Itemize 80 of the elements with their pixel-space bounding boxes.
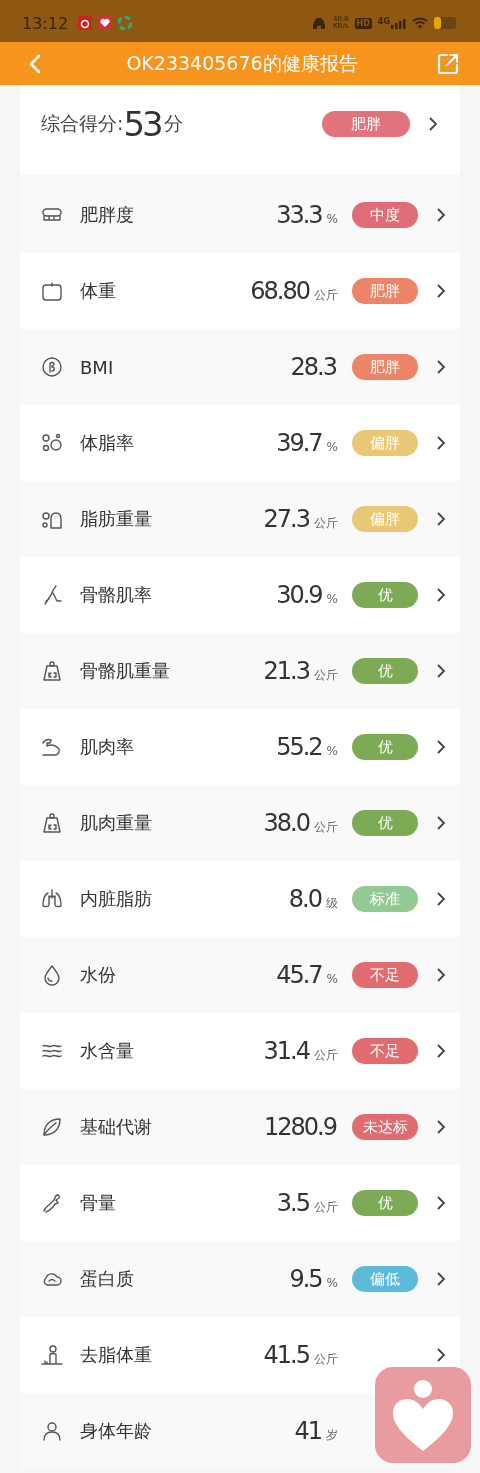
metric-value: 33.3 [276, 201, 323, 229]
metric-row[interactable]: 骨骼肌率 30.9 % 优 [20, 557, 460, 633]
metric-unit: % [326, 592, 338, 606]
metric-unit: % [326, 1276, 338, 1290]
metric-unit: % [326, 972, 338, 986]
metric-row[interactable]: 去脂体重 41.5 公斤 [20, 1317, 460, 1393]
metric-value: 45.7 [276, 961, 323, 989]
score-unit: 分 [163, 111, 183, 136]
metric-label: 蛋白质 [80, 1267, 135, 1291]
metric-unit: 公斤 [314, 1047, 338, 1064]
metric-row[interactable]: 体脂率 39.7 % 偏胖 [20, 405, 460, 481]
metric-unit: 公斤 [314, 287, 338, 304]
hd-label: HD [354, 17, 372, 29]
status-badge: 未达标 [352, 1114, 418, 1140]
status-badge: 肥胖 [352, 354, 418, 380]
metric-unit: % [326, 440, 338, 454]
metric-value: 41 [294, 1417, 322, 1445]
metric-unit: 公斤 [314, 515, 338, 532]
status-badge: 优 [352, 658, 418, 684]
metric-label: 肥胖度 [80, 203, 135, 227]
metric-label: 基础代谢 [80, 1115, 153, 1139]
metric-label: BMI [80, 356, 115, 378]
status-badge: 偏胖 [352, 430, 418, 456]
status-badge: 偏低 [352, 1266, 418, 1292]
metric-row[interactable]: 内脏脂肪 8.0 级 标准 [20, 861, 460, 937]
status-badge: 肥胖 [322, 111, 410, 137]
status-badge: 肥胖 [352, 278, 418, 304]
page-title: OK233405676的健康报告 [125, 50, 359, 76]
metric-unit: % [326, 744, 338, 758]
metric-label: 肌肉率 [80, 735, 135, 759]
metric-label: 骨量 [80, 1191, 117, 1215]
metric-value: 8.0 [288, 885, 323, 913]
metric-value: 1280.9 [264, 1113, 338, 1141]
metric-unit: 级 [326, 895, 338, 912]
metric-label: 去脂体重 [80, 1343, 153, 1367]
metric-value: 55.2 [276, 733, 323, 761]
metric-label: 内脏脂肪 [80, 887, 153, 911]
metric-row[interactable]: 体重 68.80 公斤 肥胖 [20, 253, 460, 329]
metric-value: 38.0 [263, 809, 311, 837]
score-value: 53 [123, 104, 162, 144]
metric-label: 肌肉重量 [80, 811, 153, 835]
metric-row[interactable]: 水含量 31.4 公斤 不足 [20, 1013, 460, 1089]
metric-unit: 公斤 [314, 1199, 338, 1216]
network-label: 4G [377, 17, 390, 26]
metric-row[interactable]: 肌肉率 55.2 % 优 [20, 709, 460, 785]
status-badge: 偏胖 [352, 506, 418, 532]
status-badge: 优 [352, 734, 418, 760]
metric-unit: 公斤 [314, 819, 338, 836]
metric-value: 31.4 [263, 1037, 311, 1065]
metric-value: 3.5 [276, 1189, 310, 1217]
status-badge: 优 [352, 1190, 418, 1216]
metric-label: 体脂率 [80, 431, 135, 455]
metric-row[interactable]: 骨量 3.5 公斤 优 [20, 1165, 460, 1241]
status-badge: 优 [352, 582, 418, 608]
status-badge: 中度 [352, 202, 418, 228]
status-badge: 标准 [352, 886, 418, 912]
metric-value: 28.3 [290, 353, 337, 381]
metric-label: 身体年龄 [80, 1419, 153, 1443]
metric-label: 骨骼肌重量 [80, 659, 171, 683]
metric-value: 27.3 [263, 505, 310, 533]
metric-value: 9.5 [289, 1265, 323, 1293]
metric-value: 41.5 [263, 1341, 310, 1369]
metric-value: 68.80 [250, 277, 311, 305]
status-badge: 不足 [352, 1038, 418, 1064]
metric-unit: 公斤 [314, 1351, 338, 1368]
metric-label: 水份 [80, 963, 117, 987]
score-label: 综合得分: [41, 111, 124, 136]
metric-unit: 岁 [326, 1427, 338, 1444]
metric-value: 21.3 [263, 657, 310, 685]
metric-unit: % [326, 212, 338, 226]
status-badge: 优 [352, 810, 418, 836]
metric-label: 脂肪重量 [80, 507, 153, 531]
status-badge: 不足 [352, 962, 418, 988]
metric-label: 骨骼肌率 [80, 583, 153, 607]
metric-label: 体重 [80, 279, 117, 303]
metric-value: 39.7 [276, 429, 323, 457]
metric-label: 水含量 [80, 1039, 135, 1063]
metric-value: 30.9 [276, 581, 323, 609]
metric-unit: 公斤 [314, 667, 338, 684]
clock: 13:12 [22, 13, 69, 33]
